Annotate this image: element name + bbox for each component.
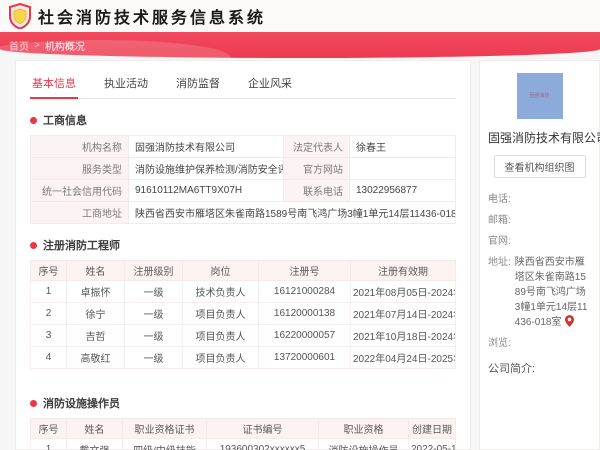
section-bullet-icon (30, 116, 37, 124)
table-row: 机构名称 固强消防技术有限公司 法定代表人 徐春王 (30, 135, 456, 158)
views-field: 浏览: (488, 338, 511, 349)
section-title: 消防设施操作员 (43, 398, 120, 410)
website-value (349, 157, 456, 180)
phone-value: 13022956877 (349, 179, 456, 202)
breadcrumb-separator: > (34, 39, 40, 51)
col-header: 注册有效期 (350, 260, 456, 281)
content: 基本信息 执业活动 消防监督 企业风采 工商信息 机构名称 固强消防技术有限公司… (0, 58, 600, 450)
table-row: 工商地址 陕西省西安市雁塔区朱雀南路1589号南飞鸿广场3幢1单元14层1143… (30, 201, 456, 224)
section-business-info: 工商信息 (30, 112, 456, 128)
section-bullet-icon (30, 399, 37, 407)
field-label: 服务类型 (30, 157, 129, 180)
operators-table: 序号 姓名 职业资格证书 证书编号 职业资格 创建日期 1戴文强四级/中级技能1… (30, 418, 456, 450)
col-header: 注册级别 (124, 260, 183, 281)
table-row: 统一社会信用代码 91610112MA6TT9X07H 联系电话 1302295… (30, 179, 456, 202)
breadcrumb: 首页 > 机构概况 (9, 38, 85, 53)
col-header: 证书编号 (206, 418, 319, 439)
table-row: 3吉哲一级项目负责人162200000572021年10月18日-2024年10… (30, 324, 456, 347)
section-engineers: 注册消防工程师 (30, 237, 456, 253)
tab-practice-activity[interactable]: 执业活动 (102, 71, 150, 98)
col-header: 姓名 (66, 418, 123, 439)
table-row: 1戴文强四级/中级技能193600302xxxxxx5消防设施操作员2022-0… (30, 438, 456, 450)
field-label: 联系电话 (283, 179, 350, 202)
tab-fire-supervision[interactable]: 消防监督 (174, 71, 222, 98)
breadcrumb-banner: 首页 > 机构概况 (0, 32, 600, 58)
field-label: 工商地址 (30, 201, 129, 224)
field-label: 统一社会信用代码 (30, 179, 129, 202)
main-panel: 基本信息 执业活动 消防监督 企业风采 工商信息 机构名称 固强消防技术有限公司… (15, 60, 471, 450)
company-profile-label: 公司简介: (488, 363, 536, 375)
tab-basic-info[interactable]: 基本信息 (30, 71, 78, 99)
table-row: 服务类型 消防设施维护保养检测/消防安全评估 官方网站 (30, 157, 456, 180)
address-field: 地址: 陕西省西安市雁塔区朱雀南路1589号南飞鸿广场3幢1单元14层11436… (488, 255, 591, 330)
section-operators: 消防设施操作员 (30, 395, 456, 411)
phone-field: 电话: (488, 194, 511, 205)
sidebar-address-value: 陕西省西安市雁塔区朱雀南路1589号南飞鸿广场3幢1单元14层11436-018… (514, 257, 588, 328)
table-header-row: 序号 姓名 注册级别 岗位 注册号 注册有效期 (30, 260, 456, 281)
col-header: 序号 (30, 260, 67, 281)
table-row: 4高敬红一级项目负责人137200006012022年04月24日-2025年0… (30, 346, 456, 369)
company-sidebar: 固强消防 固强消防技术有限公司 查看机构组织图 电话: 邮箱: 官网: 地址: … (479, 60, 600, 450)
view-org-chart-button[interactable]: 查看机构组织图 (493, 155, 586, 178)
app-header: 社会消防技术服务信息系统 (0, 0, 600, 32)
breadcrumb-current: 机构概况 (44, 41, 85, 53)
field-label: 机构名称 (30, 135, 129, 158)
business-info-table: 机构名称 固强消防技术有限公司 法定代表人 徐春王 服务类型 消防设施维护保养检… (30, 135, 456, 224)
col-header: 姓名 (66, 260, 125, 281)
col-header: 序号 (30, 418, 67, 439)
table-header-row: 序号 姓名 职业资格证书 证书编号 职业资格 创建日期 (30, 418, 456, 439)
col-header: 职业资格证书 (122, 418, 207, 439)
col-header: 创建日期 (408, 418, 456, 439)
tab-bar: 基本信息 执业活动 消防监督 企业风采 (30, 67, 456, 99)
field-label: 官方网站 (283, 157, 350, 180)
logo-watermark: 固强消防 (529, 92, 550, 99)
col-header: 注册号 (258, 260, 351, 281)
engineers-table: 序号 姓名 注册级别 岗位 注册号 注册有效期 1 卓振怀 一级 技术负责人 16121… (30, 260, 456, 369)
org-name-value: 固强消防技术有限公司 (128, 135, 284, 158)
app-title: 社会消防技术服务信息系统 (38, 10, 267, 27)
section-bullet-icon (30, 241, 37, 249)
section-title: 工商信息 (43, 115, 87, 127)
section-title: 注册消防工程师 (43, 240, 120, 252)
credit-code-value: 91610112MA6TT9X07H (128, 179, 284, 202)
field-label: 法定代表人 (283, 135, 350, 158)
business-address-value: 陕西省西安市雁塔区朱雀南路1589号南飞鸿广场3幢1单元14层11436-018… (128, 201, 456, 224)
company-logo-image: 固强消防 (516, 73, 563, 119)
shield-logo-icon (9, 3, 31, 29)
breadcrumb-home-link[interactable]: 首页 (9, 38, 29, 53)
sidebar-company-name: 固强消防技术有限公司 (488, 131, 600, 145)
legal-rep-value: 徐春王 (349, 135, 456, 158)
col-header: 岗位 (182, 260, 259, 281)
col-header: 职业资格 (318, 418, 409, 439)
table-row: 1卓振怀一级技术负责人161210002842021年08月05日-2024年0… (30, 280, 456, 303)
service-type-value: 消防设施维护保养检测/消防安全评估 (128, 157, 284, 180)
email-field: 邮箱: (488, 215, 511, 226)
tab-enterprise-showcase[interactable]: 企业风采 (246, 71, 294, 98)
table-row: 2徐宁一级项目负责人161200001382021年07月14日-2024年07… (30, 302, 456, 325)
location-pin-icon[interactable] (565, 315, 575, 327)
website-field: 官网: (488, 236, 511, 247)
